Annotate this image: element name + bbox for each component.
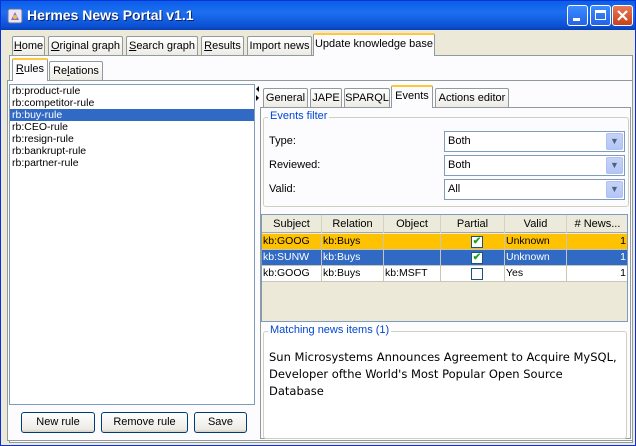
cell-valid: Unknown [505, 250, 567, 266]
chevron-down-icon[interactable]: ▼ [606, 157, 623, 174]
cell-subject: kb:GOOG [262, 266, 322, 282]
tab-home-label: ome [21, 40, 44, 52]
window-title: Hermes News Portal v1.1 [27, 7, 194, 23]
cell-object [384, 234, 441, 250]
chevron-down-icon[interactable]: ▼ [606, 133, 623, 150]
list-item[interactable]: rb:partner-rule [10, 157, 254, 169]
cell-partial [441, 266, 505, 282]
valid-select-value: All [448, 183, 461, 195]
remove-rule-button[interactable]: Remove rule [101, 412, 188, 433]
tab-relations[interactable]: Relations [49, 61, 103, 80]
list-item[interactable]: rb:bankrupt-rule [10, 145, 254, 157]
tab-results-mnemonic: R [204, 40, 213, 52]
tab-events[interactable]: Events [391, 85, 433, 108]
reviewed-label: Reviewed: [269, 159, 321, 171]
minimize-icon [573, 18, 580, 21]
tab-search-graph-label: earch graph [136, 40, 196, 52]
minimize-button[interactable] [567, 5, 588, 26]
table-row[interactable]: kb:SUNW kb:Buys ✔ Unknown 1 [262, 250, 627, 266]
tab-relations-prefix: Re [53, 65, 68, 77]
cell-object [384, 250, 441, 266]
list-item[interactable]: rb:competitor-rule [10, 97, 254, 109]
tab-actions-editor[interactable]: Actions editor [435, 88, 509, 107]
news-item[interactable]: Sun Microsystems Announces Agreement to … [269, 349, 621, 400]
valid-select[interactable]: All ▼ [444, 179, 625, 200]
cell-news-count: 1 [567, 266, 627, 282]
column-header-subject[interactable]: Subject [262, 215, 322, 233]
maximize-button[interactable] [590, 5, 611, 26]
checkmark-icon[interactable]: ✔ [471, 236, 483, 248]
cell-relation: kb:Buys [322, 234, 384, 250]
cell-partial: ✔ [441, 250, 505, 266]
cell-subject: kb:GOOG [262, 234, 322, 250]
maximize-icon [595, 10, 606, 20]
tab-jape[interactable]: JAPE [310, 88, 342, 107]
tab-general[interactable]: General [263, 88, 308, 107]
cell-partial: ✔ [441, 234, 505, 250]
list-item[interactable]: rb:CEO-rule [10, 121, 254, 133]
splitter-arrows-icon [256, 86, 259, 101]
cell-news-count: 1 [567, 250, 627, 266]
matching-news-legend: Matching news items (1) [268, 324, 392, 336]
tab-import-news-label: Import news [249, 40, 310, 52]
list-item[interactable]: rb:buy-rule [10, 109, 254, 121]
type-select-value: Both [448, 135, 471, 147]
tab-rules-mnemonic: R [15, 63, 24, 75]
table-header: Subject Relation Object Partial Valid # … [262, 215, 627, 233]
reviewed-select-value: Both [448, 159, 471, 171]
cell-object: kb:MSFT [384, 266, 441, 282]
close-button[interactable] [612, 5, 633, 26]
tab-sparql[interactable]: SPARQL [344, 88, 390, 107]
reviewed-select[interactable]: Both ▼ [444, 155, 625, 176]
list-item[interactable]: rb:resign-rule [10, 133, 254, 145]
tab-update-knowledge-base-label: Update knowledge base [314, 38, 434, 50]
type-label: Type: [269, 135, 296, 147]
empty-checkbox-icon[interactable] [471, 268, 483, 280]
tab-relations-label: ations [69, 65, 99, 77]
checkmark-icon[interactable]: ✔ [471, 252, 483, 264]
list-item[interactable]: rb:product-rule [10, 85, 254, 97]
tab-rules[interactable]: Rules [12, 58, 48, 81]
tab-results[interactable]: Results [201, 36, 244, 55]
cell-news-count: 1 [567, 234, 627, 250]
column-header-object[interactable]: Object [384, 215, 441, 233]
events-filter-legend: Events filter [268, 110, 330, 122]
cell-valid: Yes [505, 266, 567, 282]
tab-results-label: esults [212, 40, 241, 52]
tab-import-news[interactable]: Import news [247, 36, 312, 55]
cell-valid: Unknown [505, 234, 567, 250]
column-header-relation[interactable]: Relation [322, 215, 384, 233]
valid-label: Valid: [269, 183, 296, 195]
cell-relation: kb:Buys [322, 266, 384, 282]
tab-home[interactable]: Home [12, 36, 45, 55]
app-icon [7, 8, 23, 24]
tab-original-graph-mnemonic: O [50, 40, 60, 52]
cell-relation: kb:Buys [322, 250, 384, 266]
rules-list[interactable]: rb:product-rule rb:competitor-rule rb:bu… [9, 84, 255, 405]
tab-original-graph[interactable]: Original graph [48, 36, 123, 55]
tab-rules-label: ules [23, 63, 45, 75]
title-bar[interactable]: Hermes News Portal v1.1 [1, 1, 635, 30]
tab-original-graph-label: riginal graph [59, 40, 121, 52]
app-window: Hermes News Portal v1.1 Home Original gr… [0, 0, 636, 446]
new-rule-button[interactable]: New rule [21, 412, 95, 433]
events-table[interactable]: Subject Relation Object Partial Valid # … [261, 214, 628, 322]
table-row[interactable]: kb:GOOG kb:Buys kb:MSFT Yes 1 [262, 266, 627, 282]
column-header-news-count[interactable]: # News... [567, 215, 627, 233]
save-button[interactable]: Save [194, 412, 247, 433]
tab-home-mnemonic: H [13, 40, 22, 52]
cell-subject: kb:SUNW [262, 250, 322, 266]
column-header-valid[interactable]: Valid [505, 215, 567, 233]
tab-search-graph[interactable]: Search graph [126, 36, 198, 55]
column-header-partial[interactable]: Partial [441, 215, 505, 233]
tab-update-knowledge-base[interactable]: Update knowledge base [313, 33, 435, 56]
close-icon [617, 10, 628, 21]
chevron-down-icon[interactable]: ▼ [606, 181, 623, 198]
type-select[interactable]: Both ▼ [444, 131, 625, 152]
table-row[interactable]: kb:GOOG kb:Buys ✔ Unknown 1 [262, 234, 627, 250]
